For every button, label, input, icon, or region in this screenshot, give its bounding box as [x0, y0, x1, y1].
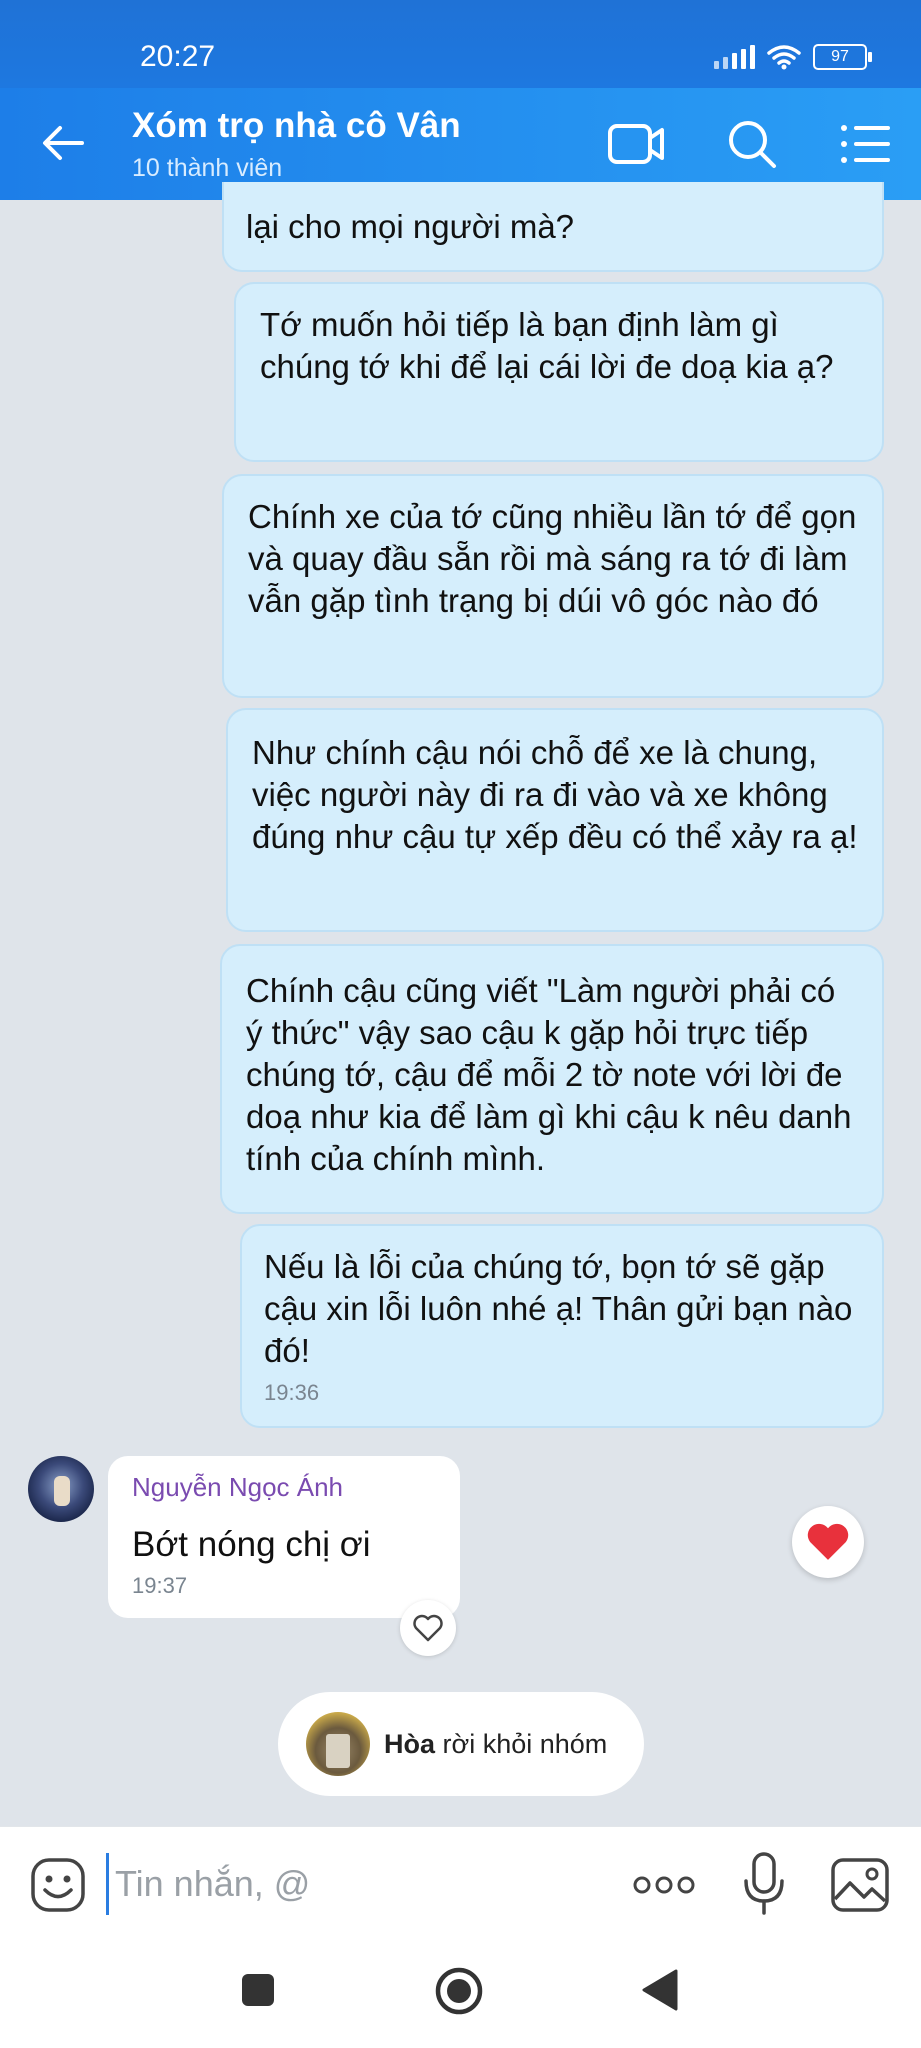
emoji-icon[interactable]	[30, 1857, 86, 1913]
heart-reaction[interactable]	[792, 1506, 864, 1578]
message-text: Như chính cậu nói chỗ để xe là chung, vi…	[252, 734, 858, 855]
message-bubble-outgoing[interactable]: Như chính cậu nói chỗ để xe là chung, vi…	[226, 708, 884, 932]
message-bubble-outgoing[interactable]: Chính xe của tớ cũng nhiều lần tớ để gọn…	[222, 474, 884, 698]
member-count: 10 thành viên	[132, 154, 283, 182]
system-user-name[interactable]: Hòa	[384, 1729, 435, 1759]
status-time: 20:27	[140, 40, 216, 73]
home-icon[interactable]	[434, 1966, 484, 2016]
system-nav-bar	[0, 1940, 921, 2048]
status-bar: 20:27 97	[0, 0, 921, 88]
signal-icon	[714, 45, 755, 69]
microphone-icon[interactable]	[742, 1851, 786, 1917]
wifi-icon	[767, 45, 801, 70]
more-options-icon[interactable]	[632, 1873, 696, 1897]
message-text: Chính cậu cũng viết "Làm người phải có ý…	[246, 972, 852, 1177]
menu-list-icon[interactable]	[836, 116, 896, 172]
message-input-bar	[0, 1826, 921, 1941]
message-time: 19:37	[132, 1573, 188, 1598]
group-title[interactable]: Xóm trọ nhà cô Vân	[132, 106, 461, 146]
system-notice-text: Hòa rời khỏi nhóm	[384, 1729, 607, 1760]
battery-icon: 97	[813, 44, 872, 70]
heart-icon	[807, 1523, 849, 1560]
message-text: Tớ muốn hỏi tiếp là bạn định làm gì chún…	[260, 306, 834, 385]
sender-avatar[interactable]	[28, 1456, 94, 1522]
recent-apps-icon[interactable]	[240, 1972, 276, 2008]
message-bubble-outgoing[interactable]: Tớ muốn hỏi tiếp là bạn định làm gì chún…	[234, 282, 884, 462]
system-action: rời khỏi nhóm	[442, 1728, 608, 1759]
message-text: Bớt nóng chị ơi	[132, 1525, 371, 1564]
message-bubble-incoming[interactable]: Nguyễn Ngọc Ánh Bớt nóng chị ơi 19:37	[108, 1456, 460, 1618]
message-text: Nếu là lỗi của chúng tớ, bọn tớ sẽ gặp c…	[264, 1248, 853, 1369]
image-icon[interactable]	[830, 1857, 890, 1913]
video-call-icon[interactable]	[606, 116, 666, 172]
react-button[interactable]	[400, 1600, 456, 1656]
back-nav-icon[interactable]	[640, 1968, 680, 2012]
sender-name[interactable]: Nguyễn Ngọc Ánh	[132, 1472, 436, 1503]
user-avatar[interactable]	[306, 1712, 370, 1776]
message-bubble-outgoing[interactable]: Chính cậu cũng viết "Làm người phải có ý…	[220, 944, 884, 1214]
message-input[interactable]	[106, 1853, 537, 1915]
system-notice: Hòa rời khỏi nhóm	[278, 1692, 644, 1796]
message-bubble-outgoing[interactable]: lại cho mọi người mà?	[222, 182, 884, 272]
message-bubble-outgoing[interactable]: Nếu là lỗi của chúng tớ, bọn tớ sẽ gặp c…	[240, 1224, 884, 1428]
status-icons: 97	[714, 44, 872, 70]
search-icon[interactable]	[722, 116, 782, 172]
heart-outline-icon	[413, 1614, 443, 1642]
message-text: Chính xe của tớ cũng nhiều lần tớ để gọn…	[248, 498, 857, 619]
message-text: lại cho mọi người mà?	[246, 208, 575, 245]
back-arrow-icon[interactable]	[38, 118, 88, 168]
message-time: 19:36	[264, 1380, 320, 1405]
